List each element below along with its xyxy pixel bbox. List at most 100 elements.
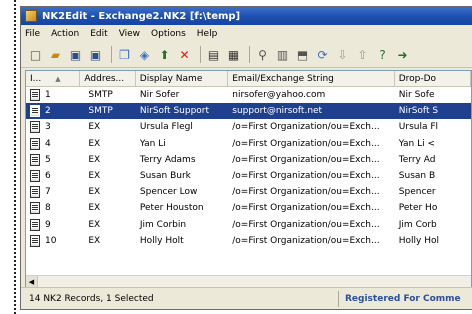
- column-drop-down[interactable]: Drop-Do: [395, 71, 471, 86]
- table-row[interactable]: 8 EX Peter Houston/o=First Organization/ou…: [26, 200, 471, 216]
- cell-index: 9: [26, 218, 80, 231]
- cell-index: 3: [26, 121, 80, 134]
- cell-display-name: Nir Sofer: [139, 90, 180, 101]
- find-icon[interactable]: ⚲: [254, 46, 271, 63]
- records-list[interactable]: I... ▲ Addres... Display Name Email/Exch…: [25, 70, 472, 288]
- cell-display-name: NirSoft Support: [139, 106, 210, 117]
- cell-index: 5: [26, 153, 80, 166]
- cell-address-type: SMTP: [88, 90, 113, 101]
- sort-arrow-icon: ▲: [55, 74, 61, 83]
- open-folder-icon[interactable]: ▰: [47, 46, 64, 63]
- table-row[interactable]: 6 EX Susan Burk/o=First Organization/ou=Ex…: [26, 168, 471, 184]
- horizontal-scrollbar[interactable]: ◀: [26, 275, 471, 287]
- move-up-icon[interactable]: ⇧: [354, 46, 371, 63]
- record-index: 1: [45, 90, 51, 101]
- cell-drop-down: Nir Sofe: [398, 90, 435, 101]
- help-icon[interactable]: ?: [374, 46, 391, 63]
- move-down-icon[interactable]: ⇩: [334, 46, 351, 63]
- cell-address-type: EX: [88, 219, 101, 230]
- cell-drop-down: Ursula Fl: [398, 122, 439, 133]
- title-bar[interactable]: NK2Edit - Exchange2.NK2 [f:\temp]: [21, 7, 472, 25]
- table-row[interactable]: 1 SMTP Nir Sofer nirsofer@yahoo.com Nir Sofe: [26, 87, 471, 103]
- cell-address-type: EX: [88, 138, 101, 149]
- save-as-icon[interactable]: ▣: [87, 46, 104, 63]
- record-index: 5: [45, 154, 51, 165]
- status-records: 14 NK2 Records, 1 Selected: [21, 290, 339, 307]
- cell-email: /o=First Organization/ou=Exch...: [232, 138, 380, 149]
- column-index[interactable]: I... ▲: [26, 71, 81, 86]
- menu-help[interactable]: Help: [197, 28, 218, 40]
- list-header: I... ▲ Addres... Display Name Email/Exch…: [26, 71, 471, 87]
- record-index: 7: [45, 187, 51, 198]
- cell-address-type: EX: [88, 122, 101, 133]
- report-icon[interactable]: ▥: [274, 46, 291, 63]
- crop-frame: [2, 0, 16, 314]
- delete-icon[interactable]: ✕: [176, 46, 193, 63]
- cell-address-type: EX: [88, 171, 101, 182]
- cell-display-name: Susan Burk: [139, 171, 191, 182]
- cell-email: /o=First Organization/ou=Exch...: [232, 203, 380, 214]
- status-bar: 14 NK2 Records, 1 Selected Registered Fo…: [21, 287, 472, 309]
- new-file-icon[interactable]: □: [27, 46, 44, 63]
- cell-display-name: Ursula Flegl: [139, 122, 193, 133]
- cell-drop-down: Susan B: [398, 171, 436, 182]
- table-row[interactable]: 5 EX Terry Adams/o=First Organization/ou=E…: [26, 152, 471, 168]
- cell-display-name: Terry Adams: [139, 154, 196, 165]
- cell-address-type: SMTP: [88, 106, 113, 117]
- menu-view[interactable]: View: [119, 28, 140, 40]
- record-icon: [30, 137, 40, 150]
- scroll-left-arrow-icon[interactable]: ◀: [26, 275, 38, 287]
- record-index: 9: [45, 219, 51, 230]
- record-index: 10: [45, 235, 57, 246]
- list-body: 1 SMTP Nir Sofer nirsofer@yahoo.com Nir Sofe…: [26, 87, 471, 249]
- record-icon: [30, 234, 40, 247]
- cell-email: /o=First Organization/ou=Exch...: [232, 235, 380, 246]
- cell-index: 1: [26, 89, 80, 102]
- table-row[interactable]: 9 EX Jim Corbin/o=First Organization/ou=Ex…: [26, 217, 471, 233]
- column-display-name[interactable]: Display Name: [136, 71, 229, 86]
- cell-address-type: EX: [88, 187, 101, 198]
- exit-icon[interactable]: ➜: [394, 46, 411, 63]
- menu-action[interactable]: Action: [51, 28, 79, 40]
- record-index: 6: [45, 171, 51, 182]
- record-icon: [30, 186, 40, 199]
- cell-display-name: Spencer Low: [139, 187, 198, 198]
- menu-options[interactable]: Options: [151, 28, 186, 40]
- cell-index: 4: [26, 137, 80, 150]
- cell-display-name: Holly Holt: [139, 235, 184, 246]
- cell-drop-down: Yan Li <: [398, 138, 436, 149]
- cell-index: 8: [26, 202, 80, 215]
- grid-icon[interactable]: ▦: [225, 46, 242, 63]
- add-record-icon[interactable]: ⬆: [156, 46, 173, 63]
- menu-edit[interactable]: Edit: [90, 28, 107, 40]
- table-row[interactable]: 3 EX Ursula Flegl/o=First Organization/ou=…: [26, 119, 471, 135]
- record-icon: [30, 218, 40, 231]
- table-row[interactable]: 2 SMTP NirSoft Support support@nirsoft.net N…: [26, 103, 471, 120]
- copy-icon[interactable]: ❐: [116, 46, 133, 63]
- cell-email: nirsofer@yahoo.com: [232, 90, 326, 101]
- cell-email: /o=First Organization/ou=Exch...: [232, 219, 380, 230]
- column-address-type[interactable]: Addres...: [80, 71, 136, 86]
- view-icon[interactable]: ▤: [205, 46, 222, 63]
- toolbar-separator: [200, 46, 201, 63]
- table-row[interactable]: 4 EX Yan Li/o=First Organization/ou=Exch..…: [26, 136, 471, 152]
- table-row[interactable]: 10 EX Holly Holt/o=First Organization/ou=E…: [26, 233, 471, 249]
- cell-index: 6: [26, 170, 80, 183]
- save-icon[interactable]: ▣: [67, 46, 84, 63]
- refresh-icon[interactable]: ⟳: [314, 46, 331, 63]
- export-icon[interactable]: ⬒: [294, 46, 311, 63]
- cell-drop-down: Jim Corb: [398, 219, 437, 230]
- table-row[interactable]: 7 EX Spencer Low/o=First Organization/ou=E…: [26, 184, 471, 200]
- cell-index: 10: [26, 234, 80, 247]
- record-index: 3: [45, 122, 51, 133]
- cell-email: /o=First Organization/ou=Exch...: [232, 171, 380, 182]
- cell-address-type: EX: [88, 203, 101, 214]
- properties-icon[interactable]: ◈: [136, 46, 153, 63]
- menu-file[interactable]: File: [25, 28, 40, 40]
- record-icon: [30, 202, 40, 215]
- cell-email: /o=First Organization/ou=Exch...: [232, 154, 380, 165]
- toolbar: □ ▰ ▣ ▣ ❐ ◈ ⬆ ✕ ▤ ▦ ⚲ ▥ ⬒ ⟳ ⇩ ⇧? ➜: [21, 42, 472, 68]
- column-email[interactable]: Email/Exchange String: [228, 71, 395, 86]
- record-icon: [30, 105, 40, 118]
- cell-index: 7: [26, 186, 80, 199]
